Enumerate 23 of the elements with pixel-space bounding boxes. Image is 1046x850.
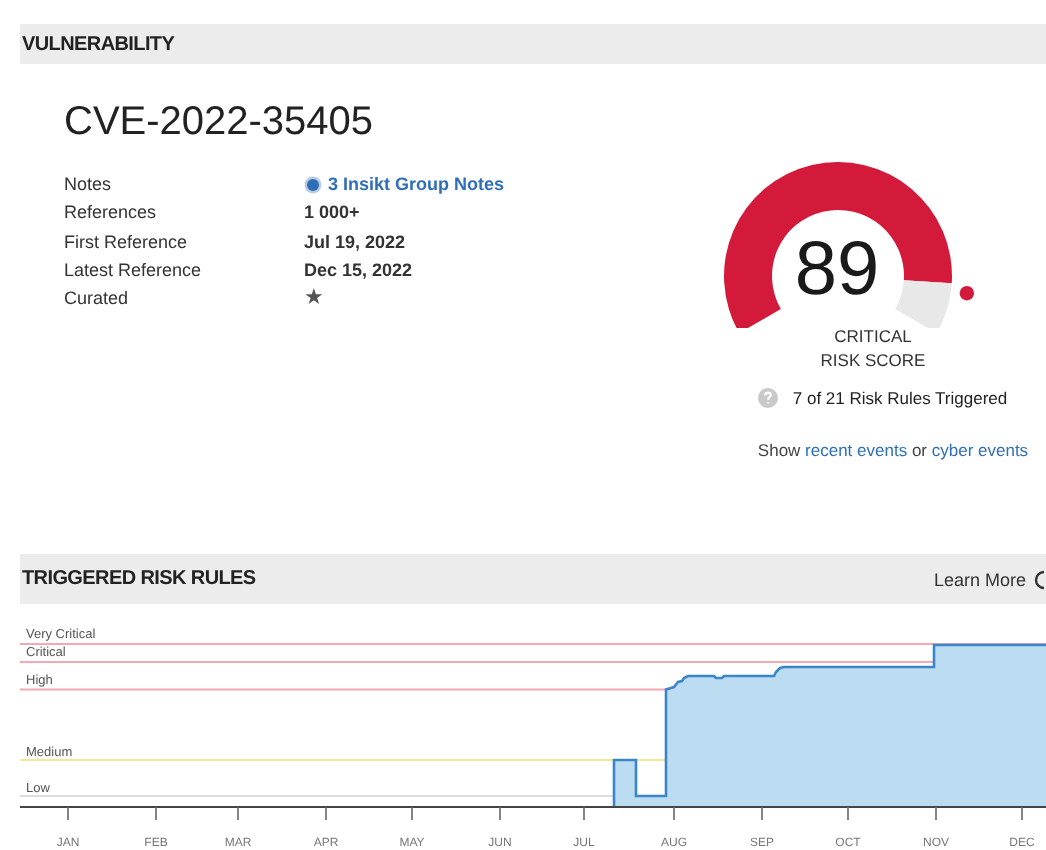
curated-value: ★ [304,284,324,313]
severity-label: CRITICAL [834,324,912,348]
field-label: First Reference [64,229,190,256]
field-label: Latest Reference [64,257,204,284]
recent-events-link[interactable]: recent events [805,440,908,460]
section-title: TRIGGERED RISK RULES [20,568,256,590]
rules-triggered-text: 7 of 21 Risk Rules Triggered [792,388,1008,408]
field-label: Curated [64,286,131,313]
show-events-text: Show recent events or cyber events [757,440,1029,460]
field-value: 1 000+ [304,200,360,227]
field-label: References [64,200,159,227]
notes-icon [304,175,322,194]
info-icon[interactable] [1034,569,1046,589]
risk-score: 89 [792,228,882,312]
field-label: Notes [64,172,114,198]
cve-title: CVE-2022-35405 [64,98,376,146]
cyber-events-link[interactable]: cyber events [931,440,1029,460]
section-title: VULNERABILITY [20,33,175,55]
field-value: Dec 15, 2022 [304,257,413,284]
notes-link[interactable]: 3 Insikt Group Notes [328,170,505,199]
field-value: Jul 19, 2022 [304,229,406,256]
score-caption: RISK SCORE [820,348,926,372]
learn-more-link[interactable]: Learn More [933,569,1026,589]
